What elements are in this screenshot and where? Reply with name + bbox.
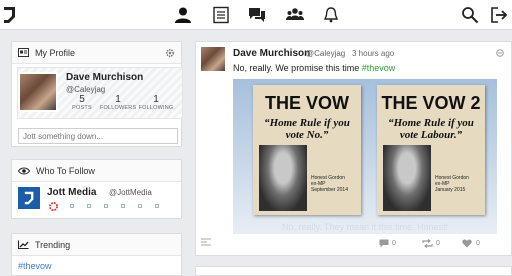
- stat-value: 1: [115, 94, 121, 105]
- caption-line: January 2015: [435, 187, 466, 193]
- feed-icon[interactable]: [212, 6, 230, 24]
- like-heart-icon[interactable]: [462, 239, 472, 248]
- stat-label: FOLLOWERS: [100, 105, 137, 111]
- dot: [155, 204, 159, 208]
- profile-card-title: My Profile: [35, 47, 76, 58]
- lifebuoy-icon: [49, 202, 58, 211]
- jott-logo-icon: [24, 191, 33, 205]
- stat-following[interactable]: 1 FOLLOWING: [138, 94, 174, 111]
- dot: [121, 204, 125, 208]
- follow-suggestion-dots: [70, 204, 159, 208]
- trending-header: Trending: [12, 234, 181, 256]
- reply-icon[interactable]: [379, 239, 389, 248]
- poster-left-photo: [259, 145, 307, 211]
- post-options-icon[interactable]: [496, 49, 504, 57]
- post-author[interactable]: Dave Murchison: [233, 48, 310, 59]
- poster-right: THE VOW 2 “Home Rule if you vote Labour.…: [377, 85, 485, 215]
- logout-icon[interactable]: [490, 6, 508, 24]
- post-card: Dave Murchison @Caleyjag 3 hours ago No,…: [195, 41, 512, 256]
- groups-icon[interactable]: [286, 6, 304, 24]
- stat-value: 5: [79, 94, 85, 105]
- who-to-follow-header: Who To Follow: [12, 160, 181, 182]
- id-card-icon: [18, 48, 29, 57]
- profile-icon[interactable]: [174, 6, 192, 24]
- next-post-card: [195, 266, 512, 276]
- top-nav: [0, 0, 512, 30]
- avatar[interactable]: [18, 72, 58, 112]
- dot: [138, 204, 142, 208]
- dot: [104, 204, 108, 208]
- poster-left: THE VOW “Home Rule if you vote No.” Hone…: [253, 85, 361, 215]
- logo-icon[interactable]: [3, 6, 17, 24]
- rejott-icon[interactable]: [422, 239, 433, 248]
- stat-value: 1: [153, 94, 159, 105]
- poster-left-caption: Honest Gordon ex-MP September 2014: [311, 175, 348, 193]
- post-image[interactable]: THE VOW “Home Rule if you vote No.” Hone…: [233, 79, 497, 234]
- rejott-count: 0: [436, 240, 440, 247]
- poster-right-photo: [383, 145, 431, 211]
- dot: [70, 204, 74, 208]
- align-left-icon[interactable]: [201, 238, 211, 246]
- post-text: No, really. We promise this time #thevow: [233, 63, 395, 73]
- profile-handle[interactable]: @Caleyjag: [66, 85, 105, 94]
- trending-hashtag[interactable]: #thevow: [18, 261, 52, 271]
- poster-right-subtitle: “Home Rule if you vote Labour.”: [388, 117, 474, 141]
- follow-suggestion-handle[interactable]: @JottMedia: [109, 188, 152, 197]
- poster-left-subtitle: “Home Rule if you vote No.”: [264, 117, 350, 141]
- profile-card-header: My Profile: [12, 42, 181, 64]
- search-icon[interactable]: [461, 6, 479, 24]
- follow-suggestion-avatar[interactable]: [18, 187, 40, 209]
- poster-right-title: THE VOW 2: [381, 93, 481, 113]
- stat-label: POSTS: [72, 105, 92, 111]
- reply-count: 0: [392, 240, 396, 247]
- who-to-follow-title: Who To Follow: [36, 165, 95, 176]
- notifications-icon[interactable]: [322, 6, 340, 24]
- messages-icon[interactable]: [248, 6, 266, 24]
- post-avatar[interactable]: [201, 47, 225, 71]
- trending-title: Trending: [35, 239, 71, 250]
- stat-label: FOLLOWING: [138, 105, 174, 111]
- post-hashtag[interactable]: #thevow: [362, 63, 396, 73]
- trending-card: Trending #thevow: [11, 233, 182, 276]
- image-footer-caption: No, really. They mean it this time. Hone…: [281, 222, 449, 232]
- trending-chart-icon: [18, 240, 29, 249]
- eye-icon: [18, 167, 30, 174]
- jott-input[interactable]: [18, 128, 178, 144]
- settings-gear-icon[interactable]: [165, 48, 175, 58]
- who-to-follow-card: Who To Follow Jott Media @JottMedia: [11, 159, 182, 219]
- caption-line: September 2014: [311, 187, 348, 193]
- dot: [87, 204, 91, 208]
- like-count: 0: [476, 240, 480, 247]
- profile-name[interactable]: Dave Murchison: [66, 72, 143, 83]
- poster-right-caption: Honest Gordon ex-MP January 2015: [435, 175, 469, 193]
- post-time[interactable]: 3 hours ago: [352, 49, 394, 58]
- poster-left-title: THE VOW: [265, 93, 349, 113]
- stat-followers[interactable]: 1 FOLLOWERS: [100, 94, 136, 111]
- post-handle[interactable]: @Caleyjag: [306, 49, 345, 58]
- stat-posts[interactable]: 5 POSTS: [64, 94, 100, 111]
- profile-card: My Profile Dave Murchison @Caleyjag 5 PO…: [11, 41, 183, 147]
- post-text-body: No, really. We promise this time: [233, 63, 360, 73]
- follow-suggestion-name[interactable]: Jott Media: [47, 187, 96, 198]
